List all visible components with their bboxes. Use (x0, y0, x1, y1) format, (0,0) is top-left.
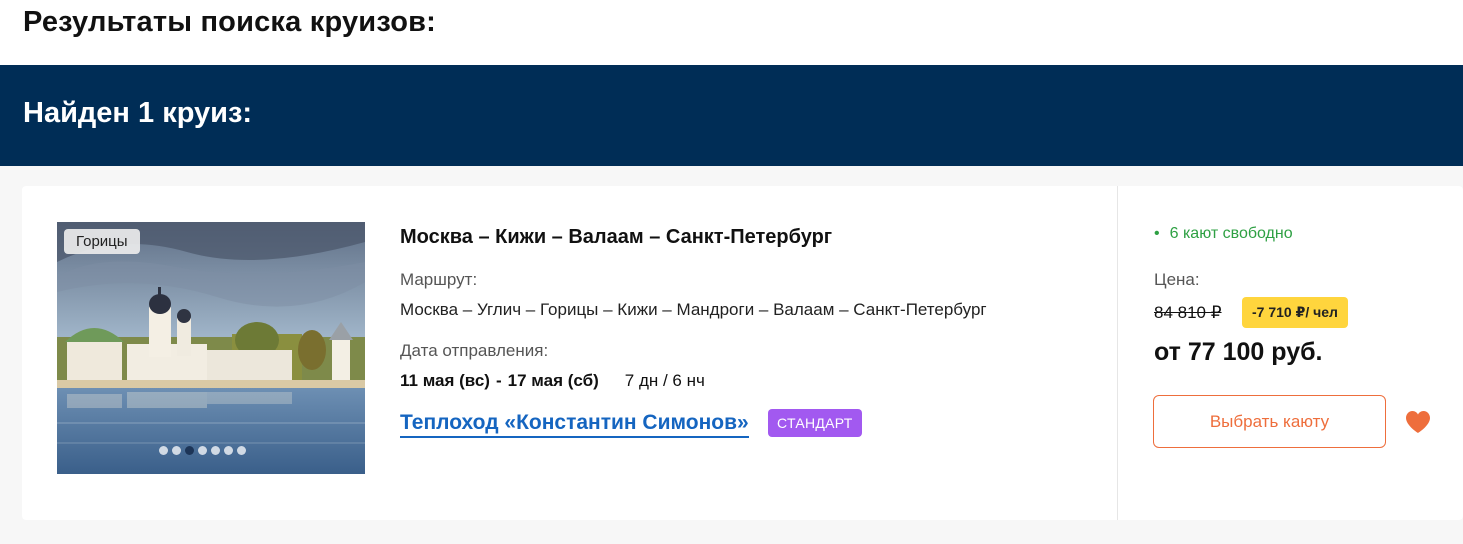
departure-date-label: Дата отправления: (400, 341, 549, 360)
price-label: Цена: (1154, 270, 1200, 289)
page-title: Результаты поиска круизов: (23, 6, 437, 38)
ship-name-link[interactable]: Теплоход «Константин Симонов» (400, 411, 749, 438)
availability-text: 6 кают свободно (1169, 225, 1293, 242)
carousel-dot[interactable] (172, 446, 181, 455)
cabins-availability: • 6 кают свободно (1154, 225, 1293, 243)
carousel-dot[interactable] (224, 446, 233, 455)
cruise-photo-carousel[interactable]: Горицы (57, 222, 365, 474)
cruise-photo (57, 222, 365, 474)
date-separator: - (495, 371, 502, 390)
route-value: Москва – Углич – Горицы – Кижи – Мандрог… (400, 300, 987, 319)
photo-location-tag: Горицы (64, 229, 140, 254)
carousel-dot[interactable] (237, 446, 246, 455)
route-label: Маршрут: (400, 270, 478, 289)
carousel-dot[interactable] (159, 446, 168, 455)
carousel-dot[interactable] (211, 446, 220, 455)
carousel-dot-active[interactable] (185, 446, 194, 455)
card-divider (1117, 186, 1118, 520)
results-count-title: Найден 1 круиз: (23, 97, 253, 129)
heart-icon[interactable] (1405, 410, 1431, 434)
date-from: 11 мая (вс) (400, 371, 490, 390)
cruise-card: Горицы Москва – Кижи – Валаам – Санкт-Пе… (22, 186, 1463, 520)
departure-dates: 11 мая (вс) -17 мая (сб) 7 дн / 6 нч (400, 371, 705, 391)
ship-class-badge: СТАНДАРТ (768, 409, 862, 437)
availability-bullet: • (1154, 225, 1160, 242)
carousel-dots (159, 446, 246, 455)
select-cabin-button[interactable]: Выбрать каюту (1153, 395, 1386, 448)
cruise-title: Москва – Кижи – Валаам – Санкт-Петербург (400, 226, 833, 248)
results-list: Горицы Москва – Кижи – Валаам – Санкт-Пе… (0, 166, 1463, 544)
carousel-dot[interactable] (198, 446, 207, 455)
old-price: 84 810 ₽ (1154, 303, 1222, 322)
results-header-bar: Найден 1 круиз: (0, 65, 1463, 166)
date-to: 17 мая (сб) (507, 371, 599, 390)
cruise-duration: 7 дн / 6 нч (624, 371, 705, 390)
current-price: от 77 100 руб. (1154, 338, 1323, 366)
discount-badge: -7 710 ₽/ чел (1242, 297, 1348, 328)
